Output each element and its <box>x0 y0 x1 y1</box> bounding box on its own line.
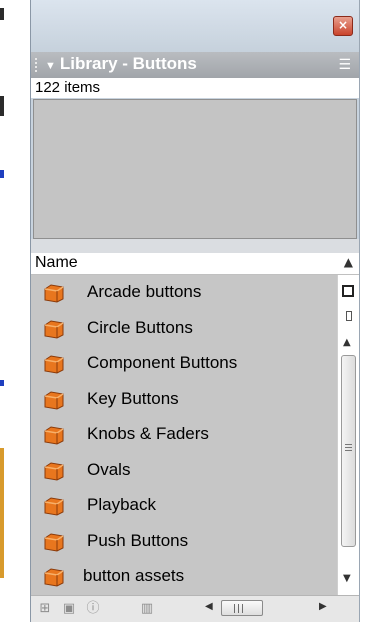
list-item-label: Knobs & Faders <box>87 424 209 443</box>
edge-mark <box>0 448 4 578</box>
list-item[interactable]: Circle Buttons <box>31 311 337 347</box>
edge-mark <box>0 170 4 178</box>
column-header-label: Name <box>35 254 78 271</box>
list-item-label: Ovals <box>87 459 131 479</box>
panel-menu-icon[interactable]: ☰ <box>338 57 351 73</box>
preview-area <box>33 99 357 239</box>
delete-icon[interactable]: ▥ <box>139 601 155 617</box>
folder-icon <box>44 568 64 587</box>
wide-view-icon[interactable] <box>342 285 354 297</box>
scroll-grip-icon <box>345 444 352 453</box>
list-item[interactable]: button assets <box>31 559 337 595</box>
scroll-up-arrow-icon[interactable]: ▲ <box>343 337 351 348</box>
library-list: Arcade buttons Circle Buttons Component … <box>31 275 337 595</box>
folder-icon <box>44 284 64 303</box>
list-item[interactable]: Playback <box>31 488 337 524</box>
narrow-view-icon[interactable] <box>346 311 352 321</box>
folder-icon <box>44 390 64 410</box>
list-item-label: Component Buttons <box>87 353 238 372</box>
desktop-background-strip <box>0 0 18 626</box>
properties-icon[interactable]: ⓘ <box>85 601 101 617</box>
list-item[interactable]: Arcade buttons <box>31 275 337 311</box>
edge-mark <box>0 8 4 20</box>
list-item[interactable]: Key Buttons <box>31 382 337 418</box>
drag-grip-icon[interactable] <box>35 58 39 74</box>
vertical-scrollbar[interactable]: ▲ ▼ <box>337 275 359 595</box>
scroll-left-arrow-icon[interactable]: ◀ <box>205 601 213 612</box>
panel-title-label: Library - Buttons <box>59 54 197 73</box>
list-item[interactable]: Component Buttons <box>31 346 337 382</box>
list-item-label: Key Buttons <box>87 388 179 408</box>
sort-ascending-icon[interactable]: ▲ <box>344 255 353 269</box>
collapse-arrow-icon[interactable]: ▼ <box>45 60 56 72</box>
new-symbol-icon[interactable]: ⊞ <box>37 601 53 617</box>
folder-icon <box>44 426 64 445</box>
list-item-label: button assets <box>83 566 185 585</box>
panel-top-bar: × <box>31 0 359 52</box>
folder-icon <box>44 497 64 516</box>
horizontal-scroll-grip-icon: ||| <box>233 604 246 614</box>
item-count: 122 items <box>31 78 359 98</box>
edge-mark <box>0 96 4 116</box>
list-item[interactable]: Ovals <box>31 453 337 489</box>
list-item-label: Circle Buttons <box>87 317 193 337</box>
list-item[interactable]: Knobs & Faders <box>31 417 337 453</box>
close-button[interactable]: × <box>333 16 353 36</box>
list-item-label: Push Buttons <box>87 530 189 550</box>
list-item-label: Playback <box>87 495 156 514</box>
scroll-right-arrow-icon[interactable]: ▶ <box>319 601 327 612</box>
bottom-toolbar: ⊞ ▣ ⓘ ▥ ◀ ||| ▶ <box>31 595 359 622</box>
list-item-label: Arcade buttons <box>87 282 202 301</box>
new-folder-icon[interactable]: ▣ <box>61 601 77 617</box>
panel-title: ▼ Library - Buttons <box>45 54 197 74</box>
folder-icon <box>44 461 64 481</box>
folder-icon <box>44 532 64 552</box>
panel-title-bar[interactable]: ▼ Library - Buttons ☰ <box>31 52 359 79</box>
scroll-down-arrow-icon[interactable]: ▼ <box>343 573 351 584</box>
folder-icon <box>44 319 64 339</box>
close-icon: × <box>337 18 349 32</box>
list-item[interactable]: Push Buttons <box>31 524 337 560</box>
folder-icon <box>44 355 64 374</box>
column-header-name[interactable]: Name ▲ <box>31 253 359 275</box>
vertical-scroll-thumb[interactable] <box>341 355 356 547</box>
library-panel: × ▼ Library - Buttons ☰ 122 items Name ▲ … <box>30 0 360 622</box>
panel-splitter[interactable] <box>31 239 359 254</box>
edge-mark <box>0 380 4 386</box>
